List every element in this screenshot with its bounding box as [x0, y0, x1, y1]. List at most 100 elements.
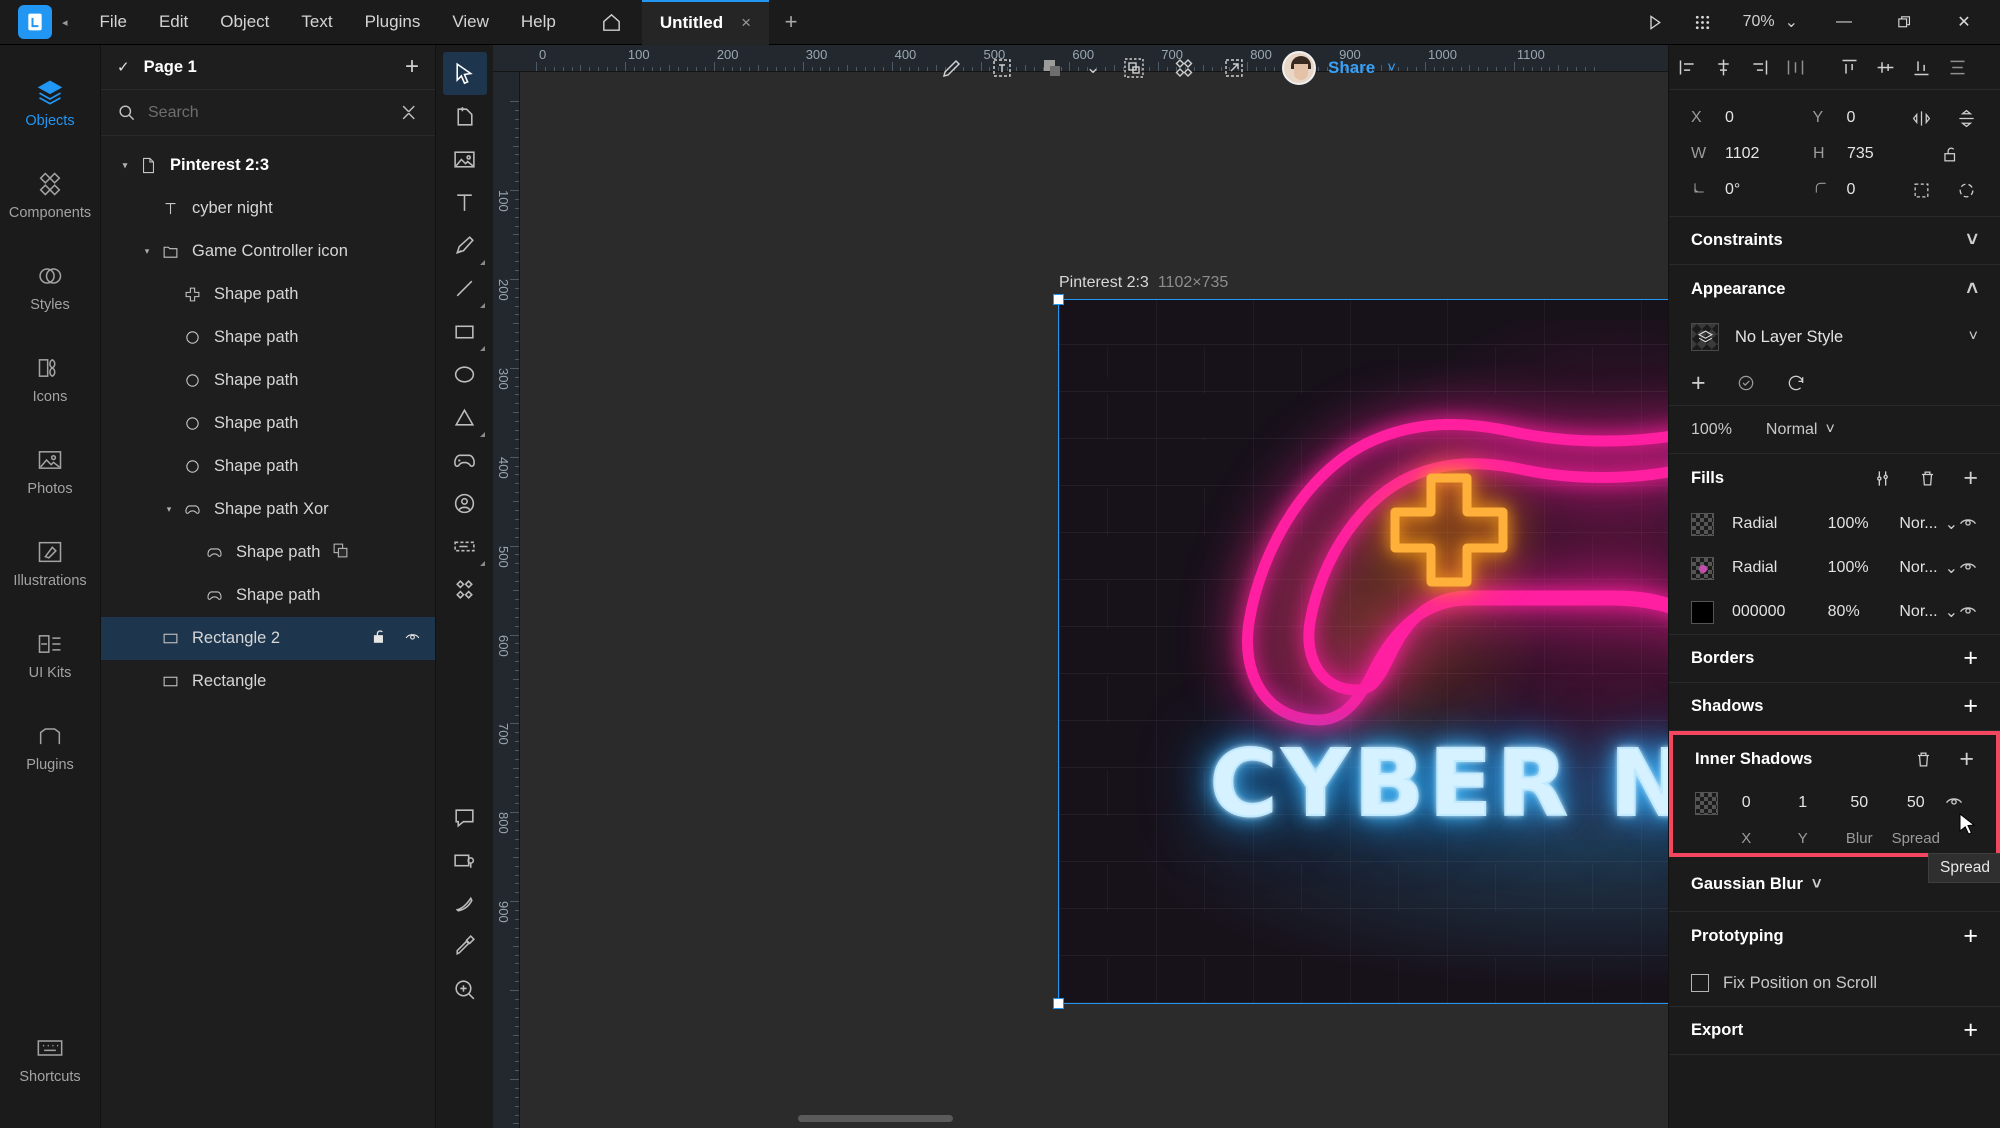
tool-submenu-indicator[interactable]: [479, 561, 485, 566]
tool-pointer[interactable]: [442, 52, 487, 95]
rail-item-illustrations[interactable]: Illustrations: [0, 527, 101, 598]
rail-item-plugins[interactable]: Plugins: [0, 711, 101, 782]
layer-row[interactable]: cyber night: [101, 187, 435, 230]
menu-help[interactable]: Help: [507, 6, 570, 38]
fill-settings-icon[interactable]: [1873, 469, 1892, 488]
y-field[interactable]: Y 0: [1813, 109, 1913, 127]
tool-components-tool[interactable]: [443, 568, 487, 611]
add-style-icon[interactable]: +: [1691, 370, 1706, 396]
layer-twisty[interactable]: ▾: [115, 160, 135, 171]
share-button[interactable]: Share: [1328, 58, 1375, 78]
tool-triangle-tool[interactable]: [443, 396, 487, 439]
tool-submenu-indicator[interactable]: [479, 260, 485, 265]
layer-row[interactable]: Shape path: [101, 531, 435, 574]
add-export-button[interactable]: +: [1963, 1018, 1978, 1043]
group-button[interactable]: [1112, 50, 1156, 86]
layer-row-selected[interactable]: Rectangle 2: [101, 617, 435, 660]
blend-mode-select[interactable]: Normal ˅: [1766, 421, 1835, 439]
fill-row-1[interactable]: Radial 100% Nor... ⌄: [1669, 546, 2000, 590]
mask-toggle-icon[interactable]: [1957, 181, 1976, 200]
tool-submenu-indicator[interactable]: [479, 346, 485, 351]
app-logo[interactable]: [18, 5, 52, 39]
boolean-ops-button[interactable]: [1030, 50, 1074, 86]
unlock-icon[interactable]: [371, 628, 388, 650]
text-frame-button[interactable]: [980, 50, 1024, 86]
rail-item-icons[interactable]: Icons: [0, 343, 101, 414]
search-input[interactable]: [148, 103, 388, 122]
layer-row[interactable]: Shape path: [101, 273, 435, 316]
apps-grid-button[interactable]: [1681, 4, 1725, 40]
artboard-label[interactable]: Pinterest 2:3 1102×735: [1059, 274, 1228, 292]
fit-content-icon[interactable]: [1912, 181, 1931, 200]
add-tab-button[interactable]: +: [769, 0, 813, 45]
fill-opacity-0[interactable]: 100%: [1828, 515, 1900, 533]
unlock-ratio-icon[interactable]: [1941, 145, 1960, 164]
align-left-button[interactable]: [1669, 47, 1705, 87]
design-canvas[interactable]: Pinterest 2:3 1102×735 CYBER N: [520, 72, 1668, 1128]
add-inner-shadow-button[interactable]: +: [1959, 746, 1974, 772]
inner-shadow-blur-value[interactable]: 50: [1831, 794, 1888, 812]
page-selector-row[interactable]: ✓ Page 1 +: [101, 45, 435, 90]
tab-close-icon[interactable]: ×: [741, 13, 751, 33]
inner-shadow-spread-value[interactable]: 50: [1888, 794, 1945, 812]
eye-icon[interactable]: [404, 628, 421, 650]
flip-horizontal-icon[interactable]: [1912, 109, 1931, 128]
layer-row[interactable]: Rectangle: [101, 660, 435, 703]
menu-view[interactable]: View: [438, 6, 503, 38]
menu-object[interactable]: Object: [206, 6, 283, 38]
inner-shadow-y-value[interactable]: 1: [1775, 794, 1832, 812]
fill-visibility-0[interactable]: [1958, 512, 1978, 537]
tool-zoom-tool[interactable]: [443, 968, 487, 1011]
align-center-h-button[interactable]: [1705, 47, 1741, 87]
layer-style-row[interactable]: No Layer Style ˅: [1669, 313, 2000, 361]
tool-rectangle-tool[interactable]: [443, 310, 487, 353]
window-minimize-button[interactable]: —: [1816, 0, 1872, 45]
layer-twisty[interactable]: ▾: [159, 504, 179, 515]
chevron-down-icon[interactable]: ˅: [1969, 328, 1978, 346]
align-middle-v-button[interactable]: [1867, 47, 1903, 87]
fill-blend-0[interactable]: Nor... ⌄: [1899, 514, 1958, 534]
fix-position-checkbox[interactable]: [1691, 974, 1709, 992]
fill-blend-2[interactable]: Nor... ⌄: [1899, 602, 1958, 622]
export-slice-button[interactable]: [1212, 50, 1256, 86]
tool-avatar-tool[interactable]: [443, 482, 487, 525]
radius-field[interactable]: 0: [1813, 180, 1913, 201]
x-field[interactable]: X 0: [1691, 109, 1791, 127]
component-button[interactable]: [1162, 50, 1206, 86]
zoom-level-selector[interactable]: 70% ⌄: [1729, 12, 1812, 32]
layer-twisty[interactable]: ▾: [137, 246, 157, 257]
align-bottom-button[interactable]: [1903, 47, 1939, 87]
layer-row[interactable]: ▾ Shape path Xor: [101, 488, 435, 531]
fill-swatch-2[interactable]: [1691, 600, 1714, 624]
chevron-left-icon[interactable]: ◂: [62, 16, 68, 29]
artboard-pinterest[interactable]: CYBER NIGHT: [1059, 300, 1668, 1003]
layer-row[interactable]: Shape path: [101, 445, 435, 488]
trash-icon[interactable]: [1914, 750, 1933, 769]
add-prototype-button[interactable]: +: [1963, 923, 1978, 949]
fill-swatch-0[interactable]: [1691, 512, 1714, 536]
tool-line-tool[interactable]: [443, 267, 487, 310]
add-page-button[interactable]: +: [405, 53, 419, 81]
add-shadow-button[interactable]: +: [1963, 694, 1978, 719]
add-border-button[interactable]: +: [1963, 646, 1978, 671]
layer-row[interactable]: ▾ Game Controller icon: [101, 230, 435, 273]
menu-edit[interactable]: Edit: [145, 6, 202, 38]
fill-opacity-2[interactable]: 80%: [1828, 603, 1900, 621]
h-field[interactable]: H 735: [1813, 145, 1913, 163]
rail-item-uikits[interactable]: UI Kits: [0, 619, 101, 690]
rail-item-styles[interactable]: Styles: [0, 251, 101, 322]
trash-icon[interactable]: [1918, 469, 1937, 488]
home-button[interactable]: [592, 4, 632, 40]
menu-text[interactable]: Text: [287, 6, 346, 38]
fill-swatch-1[interactable]: [1691, 556, 1714, 580]
appearance-section-header[interactable]: Appearance ˄: [1669, 265, 2000, 313]
chevron-up-icon[interactable]: ˄: [1966, 278, 1978, 301]
distribute-h-button[interactable]: [1777, 47, 1813, 87]
horizontal-scrollbar[interactable]: [798, 1115, 953, 1122]
tool-eyedropper-tool[interactable]: [443, 925, 487, 968]
layer-row[interactable]: Shape path: [101, 402, 435, 445]
tool-gamepad-tool[interactable]: [443, 439, 487, 482]
window-close-button[interactable]: ✕: [1936, 0, 1992, 45]
tool-pen-tool[interactable]: [443, 224, 487, 267]
fill-row-2[interactable]: 000000 80% Nor... ⌄: [1669, 590, 2000, 634]
